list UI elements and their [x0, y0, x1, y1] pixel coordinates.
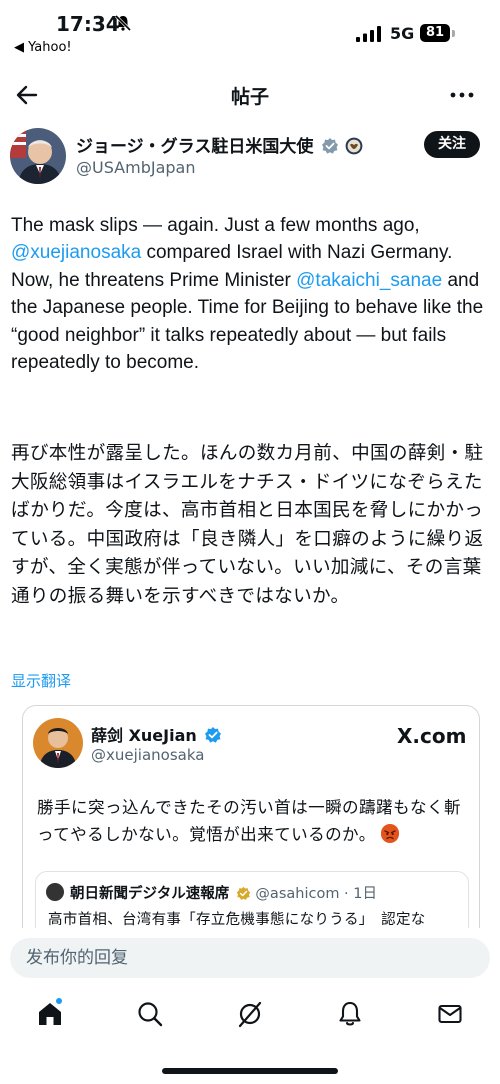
verified-badge-icon — [321, 137, 339, 160]
quote-text: 高市首相、台湾有事「存立危機事態になりうる」 認定な — [48, 912, 426, 928]
home-indicator[interactable] — [162, 1068, 338, 1074]
search-icon[interactable] — [136, 1000, 166, 1030]
quote-meta: @asahicom · 1日 — [250, 886, 378, 902]
seal-icon — [345, 137, 363, 160]
author-avatar[interactable] — [10, 128, 66, 184]
quote-source-name: 朝日新聞デジタル速報席 — [70, 886, 230, 902]
quote-avatar — [46, 883, 64, 901]
bottom-tab-bar — [0, 994, 500, 1038]
quote-header: 朝日新聞デジタル速報席 @asahicom · 1日 — [70, 882, 377, 905]
follow-button[interactable]: 关注 — [424, 131, 480, 158]
mention-link-xuejianosaka[interactable]: @xuejianosaka — [11, 242, 141, 263]
mail-icon[interactable] — [436, 1000, 466, 1030]
author-name-row[interactable]: ジョージ・グラス駐日米国大使 — [76, 132, 363, 160]
reply-bar — [0, 928, 500, 990]
battery-level: 81 — [420, 24, 450, 42]
bell-icon[interactable] — [336, 1000, 366, 1030]
post-text-jp: 再び本性が露呈した。ほんの数カ月前、中国の薛剣・駐大阪総領事はイスラエルをナチス… — [11, 443, 484, 607]
embedded-post-image[interactable]: 薛剑 XueJian @xuejianosaka X.com 勝手に突っ込んでき… — [22, 705, 480, 930]
home-notification-dot — [56, 998, 62, 1004]
embed-post-text: 勝手に突っ込んできたその汚い首は一瞬の躊躇もなく斬ってやるしかない。覚悟が出来て… — [37, 794, 467, 848]
nav-header: 帖子 — [0, 72, 500, 118]
post-text-en: The mask slips — again. Just a few month… — [11, 212, 491, 376]
show-translation-link[interactable]: 显示翻译 — [11, 670, 71, 691]
back-to-app-link[interactable]: ◀ Yahoo! — [14, 40, 72, 55]
status-time: 17:34 — [56, 12, 120, 36]
embed-name-row: 薛剑 XueJian — [91, 722, 222, 748]
gold-verified-badge-icon — [236, 886, 251, 905]
status-bar: 17:34 ◀ Yahoo! 5G 81 — [0, 0, 500, 62]
xcom-logo: X.com — [397, 724, 467, 748]
verified-badge-icon — [204, 726, 222, 748]
more-icon[interactable] — [448, 82, 478, 108]
author-handle[interactable]: @USAmbJapan — [76, 158, 195, 177]
home-icon[interactable] — [36, 1000, 66, 1030]
mention-link-takaichi-sanae[interactable]: @takaichi_sanae — [296, 270, 442, 291]
signal-icon — [356, 26, 382, 46]
angry-face-icon — [381, 824, 400, 843]
reply-input[interactable] — [10, 938, 490, 978]
embed-author-name: 薛剑 XueJian — [91, 726, 197, 745]
embed-author-handle: @xuejianosaka — [91, 746, 205, 764]
grok-icon[interactable] — [236, 1000, 266, 1030]
post-text-segment: The mask slips — again. Just a few month… — [11, 215, 420, 236]
quoted-post: 朝日新聞デジタル速報席 @asahicom · 1日 高市首相、台湾有事「存立危… — [35, 871, 469, 930]
page-title: 帖子 — [230, 86, 269, 108]
network-type: 5G — [390, 24, 415, 43]
battery-tip — [452, 30, 455, 37]
bell-muted-icon — [114, 14, 132, 36]
author-name[interactable]: ジョージ・グラス駐日米国大使 — [76, 137, 313, 157]
embed-avatar — [33, 718, 83, 768]
